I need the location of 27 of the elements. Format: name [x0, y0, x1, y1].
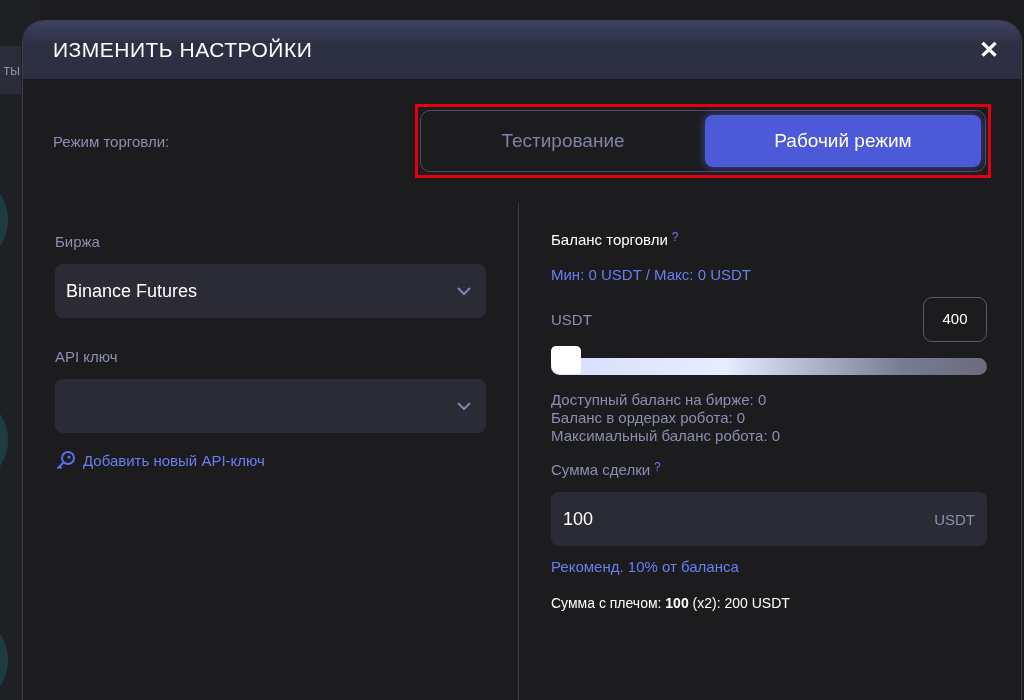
background-tab[interactable]: ты	[0, 46, 21, 94]
dialog-title: ИЗМЕНИТЬ НАСТРОЙКИ	[53, 38, 313, 62]
mode-option[interactable]: Тестирование	[425, 115, 701, 167]
balance-info: Баланс в ордерах робота: 0	[551, 409, 747, 427]
slider-thumb[interactable]	[551, 346, 581, 374]
help-mark[interactable]: ?	[654, 461, 661, 473]
leverage-amount: Сумма с плечом: 100 (x2): 200 USDT	[551, 595, 791, 611]
exchange-select[interactable]: Binance Futures	[55, 264, 486, 318]
chevron-down-icon	[456, 286, 472, 296]
balance-info: Максимальный баланс робота: 0	[551, 427, 782, 445]
balance-title: Баланс торговли	[551, 231, 668, 248]
mode-option[interactable]: Рабочий режим	[705, 115, 981, 167]
deal-amount-field[interactable]: 100 USDT	[551, 492, 987, 546]
api-key-label: API ключ	[55, 348, 119, 365]
key-icon	[55, 449, 77, 471]
deal-amount-label: Сумма сделки	[551, 461, 651, 478]
exchange-label: Биржа	[55, 233, 101, 250]
balance-value-field[interactable]: 400	[923, 297, 987, 342]
balance-range: Мин: 0 USDT / Макс: 0 USDT	[551, 266, 752, 283]
help-mark[interactable]: ?	[671, 231, 679, 243]
chevron-down-icon	[456, 401, 472, 411]
close-button[interactable]: ✕	[975, 34, 1003, 66]
add-api-key-link[interactable]: Добавить новый API-ключ	[83, 451, 265, 469]
recommendation-text: Рекоменд. 10% от баланса	[551, 558, 740, 575]
trading-mode-label: Режим торговли:	[53, 132, 170, 150]
balance-info: Доступный баланс на бирже: 0	[551, 391, 768, 409]
unit-label: USDT	[551, 311, 592, 328]
